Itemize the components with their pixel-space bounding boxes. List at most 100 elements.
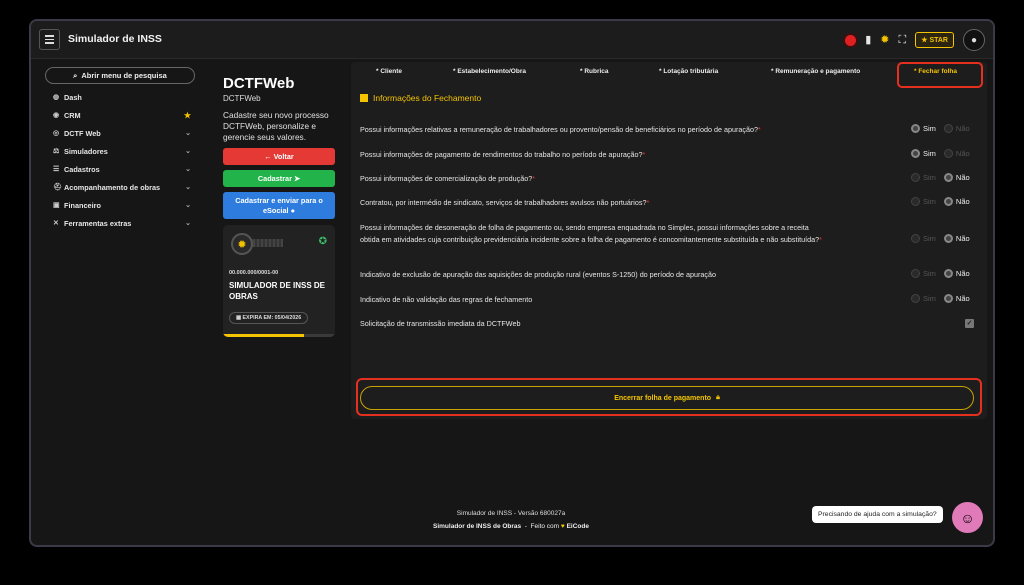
assistant-avatar[interactable]: ☺	[952, 502, 983, 533]
money-icon: ▣	[53, 202, 60, 209]
sidebar-item-financeiro[interactable]: ▣ Financeiro ⌄	[45, 196, 197, 214]
radio-sim[interactable]	[911, 124, 920, 133]
option-sim-label: Sim	[923, 124, 936, 133]
option-nao[interactable]: Não	[943, 124, 970, 133]
radio-nao[interactable]	[943, 124, 953, 133]
page-subtitle: DCTFWeb	[223, 94, 261, 103]
card-title: SIMULADOR DE INSS DE OBRAS	[229, 281, 326, 301]
question-3-options: Sim Não	[911, 173, 970, 182]
question-7: Indicativo de não validação das regras d…	[360, 294, 830, 306]
question-5-options: Sim Não	[911, 234, 970, 243]
radio-nao[interactable]	[943, 149, 953, 158]
sidebar-item-acompanhamento-obras[interactable]: ⛑ Acompanhamento de obras ⌄	[45, 178, 197, 196]
globe-icon: ◎	[53, 130, 60, 137]
expand-icon[interactable]: ⛶	[899, 34, 907, 46]
question-4-options: Sim Não	[911, 197, 970, 206]
record-icon[interactable]	[845, 34, 857, 46]
radio-nao[interactable]	[943, 294, 953, 303]
tabs: * Cliente * Estabelecimento/Obra * Rubri…	[351, 62, 987, 88]
tab-lotacao-tributaria[interactable]: * Lotação tributária	[659, 68, 718, 75]
construction-icon: ⛑	[53, 184, 62, 191]
question-text: Contratou, por intermédio de sindicato, …	[360, 198, 647, 207]
sidebar-item-ferramentas-extras[interactable]: ✕ Ferramentas extras ⌄	[45, 214, 197, 232]
simulation-card[interactable]: ✹ ✪ 00.000.000/0001-00 SIMULADOR DE INSS…	[223, 225, 335, 337]
sidebar-item-label: Financeiro	[64, 200, 101, 210]
file-icon[interactable]: ▮	[865, 34, 871, 46]
question-2: Possui informações de pagamento de rendi…	[360, 149, 830, 161]
radio-nao[interactable]	[943, 234, 953, 243]
question-1: Possui informações relativas a remuneraç…	[360, 124, 830, 136]
radio-sim[interactable]	[911, 294, 920, 303]
radio-sim[interactable]	[911, 269, 920, 278]
radio-nao[interactable]	[943, 173, 953, 182]
option-nao-label: Não	[955, 269, 970, 278]
tab-cliente[interactable]: * Cliente	[376, 68, 402, 75]
option-sim[interactable]: Sim	[911, 173, 936, 182]
radio-sim[interactable]	[911, 173, 920, 182]
menu-icon[interactable]	[39, 29, 60, 50]
option-sim[interactable]: Sim	[911, 149, 936, 158]
footer-made-by[interactable]: EiCode	[567, 523, 589, 530]
search-menu-button[interactable]: ⌕ Abrir menu de pesquisa	[45, 67, 195, 84]
sidebar-item-label: Ferramentas extras	[64, 218, 132, 228]
help-bubble[interactable]: Precisando de ajuda com a simulação?	[812, 506, 943, 523]
top-bar: Simulador de INSS ▮ ✹ ⛶ ★ STAR ●	[31, 21, 993, 59]
required-mark: *	[532, 174, 536, 183]
option-sim[interactable]: Sim	[911, 234, 936, 243]
page-description: Cadastre seu novo processo DCTFWeb, pers…	[223, 110, 329, 142]
close-payroll-button[interactable]: Encerrar folha de pagamento 🔒︎	[360, 386, 974, 410]
app-window: Simulador de INSS ▮ ✹ ⛶ ★ STAR ● ⌕ Abrir …	[29, 19, 995, 547]
sidebar-item-dash[interactable]: ◍ Dash	[45, 88, 197, 106]
required-mark: *	[646, 198, 650, 207]
search-menu-label: Abrir menu de pesquisa	[81, 71, 167, 80]
radio-sim[interactable]	[911, 197, 920, 206]
question-4: Contratou, por intermédio de sindicato, …	[360, 197, 830, 209]
radio-sim[interactable]	[911, 149, 920, 158]
question-7-options: Sim Não	[911, 294, 970, 303]
sidebar-item-crm[interactable]: ◉ CRM ★	[45, 106, 197, 124]
footer: Simulador de INSS - Versão 680027a Simul…	[351, 510, 671, 530]
lock-icon: 🔒︎	[716, 394, 720, 401]
footer-product: Simulador de INSS de Obras	[433, 523, 522, 530]
tab-rubrica[interactable]: * Rubrica	[580, 68, 609, 75]
section-square-icon	[360, 94, 368, 102]
favorite-star-icon[interactable]: ★	[184, 111, 191, 120]
user-icon: ●	[290, 205, 295, 215]
option-nao[interactable]: Não	[943, 149, 970, 158]
option-sim[interactable]: Sim	[911, 197, 936, 206]
option-nao[interactable]: Não	[943, 173, 970, 182]
option-sim[interactable]: Sim	[911, 269, 936, 278]
sidebar-item-simuladores[interactable]: ⚖ Simuladores ⌄	[45, 142, 197, 160]
sidebar-item-label: Simuladores	[64, 146, 108, 156]
radio-sim[interactable]	[911, 234, 920, 243]
question-2-options: Sim Não	[911, 149, 970, 158]
star-icon: ★	[921, 37, 928, 44]
option-nao-label: Não	[955, 294, 970, 303]
option-nao[interactable]: Não	[943, 294, 970, 303]
option-sim[interactable]: Sim	[911, 124, 936, 133]
option-sim[interactable]: Sim	[911, 294, 936, 303]
sidebar-item-cadastros[interactable]: ☰ Cadastros ⌄	[45, 160, 197, 178]
option-nao[interactable]: Não	[943, 269, 970, 278]
radio-nao[interactable]	[943, 269, 953, 278]
tab-remuneracao-pagamento[interactable]: * Remuneração e pagamento	[771, 68, 860, 75]
required-mark: *	[642, 150, 646, 159]
register-button[interactable]: Cadastrar ➤	[223, 170, 335, 187]
back-button[interactable]: ← Voltar	[223, 148, 335, 165]
active-tab-highlight	[897, 62, 983, 88]
option-nao[interactable]: Não	[943, 234, 970, 243]
register-send-esocial-button[interactable]: Cadastrar e enviar para o eSocial ●	[223, 192, 335, 219]
transmission-checkbox[interactable]: ✓	[965, 319, 974, 328]
option-sim-label: Sim	[923, 149, 936, 158]
sidebar: ⌕ Abrir menu de pesquisa ◍ Dash ◉ CRM ★ ◎ DCT…	[45, 67, 197, 232]
sun-icon[interactable]: ✹	[880, 34, 889, 46]
sidebar-item-dctf-web[interactable]: ◎ DCTF Web ⌄	[45, 124, 197, 142]
radio-nao[interactable]	[943, 197, 953, 206]
option-nao-label: Não	[955, 234, 970, 243]
option-nao[interactable]: Não	[943, 197, 970, 206]
option-sim-label: Sim	[923, 197, 936, 206]
star-button[interactable]: ★ STAR	[915, 32, 954, 48]
option-sim-label: Sim	[923, 234, 936, 243]
tab-estabelecimento-obra[interactable]: * Estabelecimento/Obra	[453, 68, 526, 75]
user-icon[interactable]: ●	[963, 29, 985, 51]
